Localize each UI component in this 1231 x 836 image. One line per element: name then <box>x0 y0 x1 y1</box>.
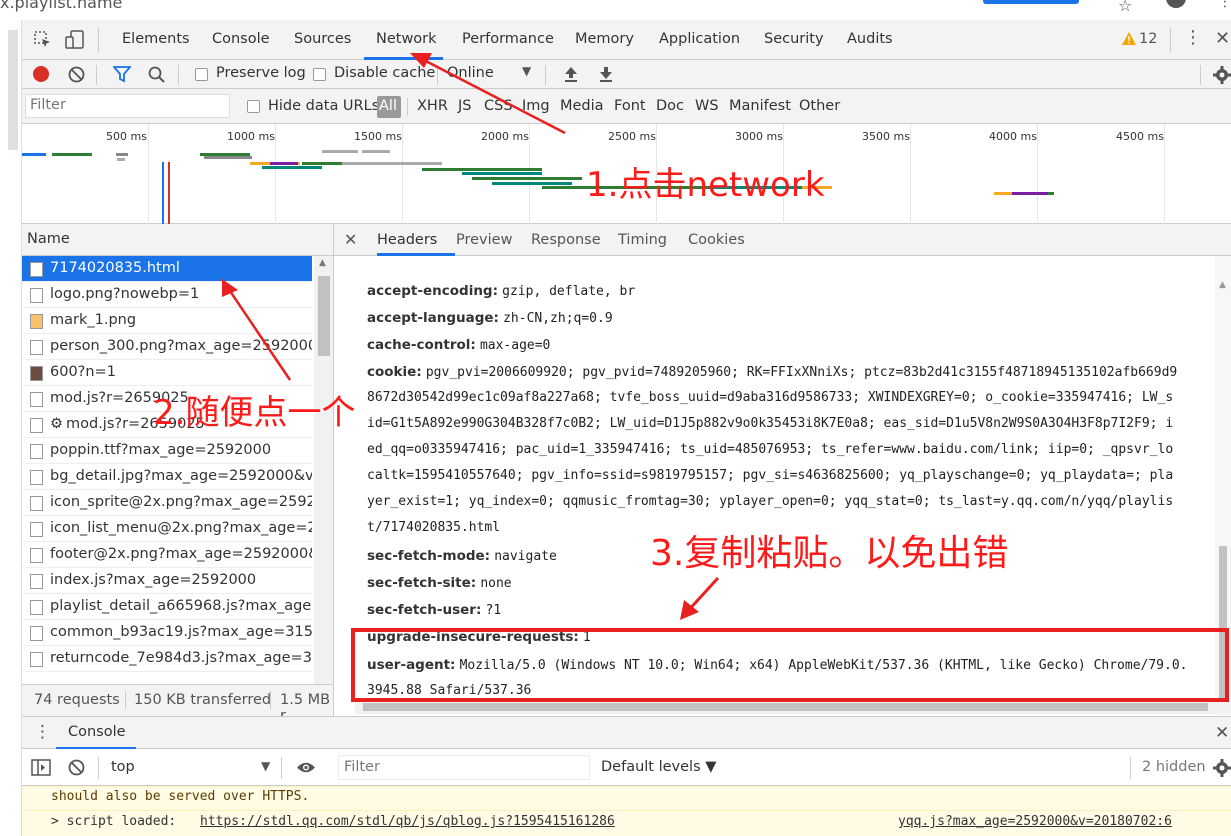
arrow-to-user-agent <box>680 576 720 620</box>
annotation-step-3: 3.复制粘贴。以免出错 <box>650 533 1009 574</box>
arrow-to-request-row <box>222 279 292 381</box>
arrow-to-network-tab <box>410 53 566 135</box>
annotation-step-2: 2.随便点一个 <box>153 393 356 433</box>
annotation-step-1: 1.点击network <box>586 165 825 205</box>
user-agent-highlight-box <box>351 628 1229 702</box>
